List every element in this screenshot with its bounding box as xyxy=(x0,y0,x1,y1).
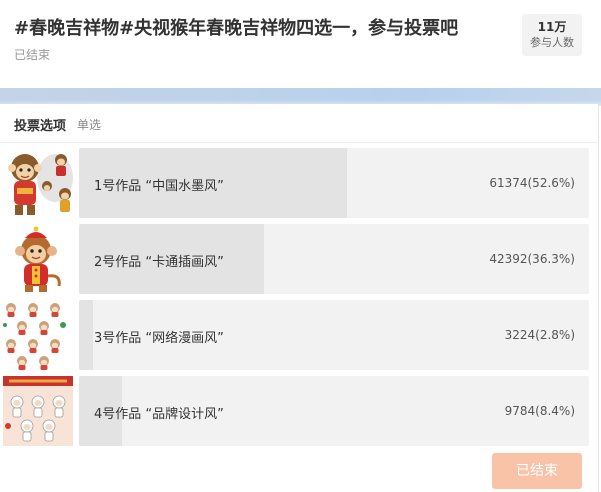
vote-option[interactable]: 2号作品 “卡通插画风” 42392(36.3%) xyxy=(0,224,598,294)
vote-status-text: 已结束 xyxy=(14,48,51,62)
selection-mode: 单选 xyxy=(77,118,102,132)
vote-option[interactable]: 3号作品 “网络漫画风” 3224(2.8%) xyxy=(0,300,598,370)
option-label: 3号作品 “网络漫画风” xyxy=(94,331,224,346)
option-progress-fill xyxy=(79,300,94,370)
option-label: 2号作品 “卡通插画风” xyxy=(94,255,224,270)
brand-monkey-poster-image xyxy=(3,376,73,446)
option-label: 1号作品 “中国水墨风” xyxy=(94,179,224,194)
option-count: 61374(52.6%) xyxy=(489,176,575,190)
vote-title: #春晚吉祥物#央视猴年春晚吉祥物四选一，参与投票吧 xyxy=(14,18,459,39)
vote-header: #春晚吉祥物#央视猴年春晚吉祥物四选一，参与投票吧 已结束 11万 参与人数 xyxy=(0,0,598,88)
participants-count: 11万 xyxy=(537,20,567,34)
option-count: 9784(8.4%) xyxy=(504,404,575,418)
vote-option[interactable]: 1号作品 “中国水墨风” 61374(52.6%) xyxy=(0,148,598,218)
option-count: 3224(2.8%) xyxy=(504,328,575,342)
panel-title: 投票选项 xyxy=(14,119,67,134)
ink-monkey-image xyxy=(3,148,73,218)
cartoon-monkey-image xyxy=(3,224,73,294)
participants-label: 参与人数 xyxy=(530,36,574,49)
vote-ended-button[interactable]: 已结束 xyxy=(492,453,582,489)
comic-monkey-grid-image xyxy=(3,300,73,370)
option-result-bar: 4号作品 “品牌设计风” 9784(8.4%) xyxy=(79,376,589,446)
option-result-bar: 2号作品 “卡通插画风” 42392(36.3%) xyxy=(79,224,589,294)
panel-header: 投票选项 单选 xyxy=(0,104,598,143)
option-result-bar: 1号作品 “中国水墨风” 61374(52.6%) xyxy=(79,148,589,218)
option-count: 42392(36.3%) xyxy=(489,252,575,266)
participants-box: 11万 参与人数 xyxy=(522,14,582,56)
vote-option[interactable]: 4号作品 “品牌设计风” 9784(8.4%) xyxy=(0,376,598,446)
option-label: 4号作品 “品牌设计风” xyxy=(94,407,224,422)
option-result-bar: 3号作品 “网络漫画风” 3224(2.8%) xyxy=(79,300,589,370)
